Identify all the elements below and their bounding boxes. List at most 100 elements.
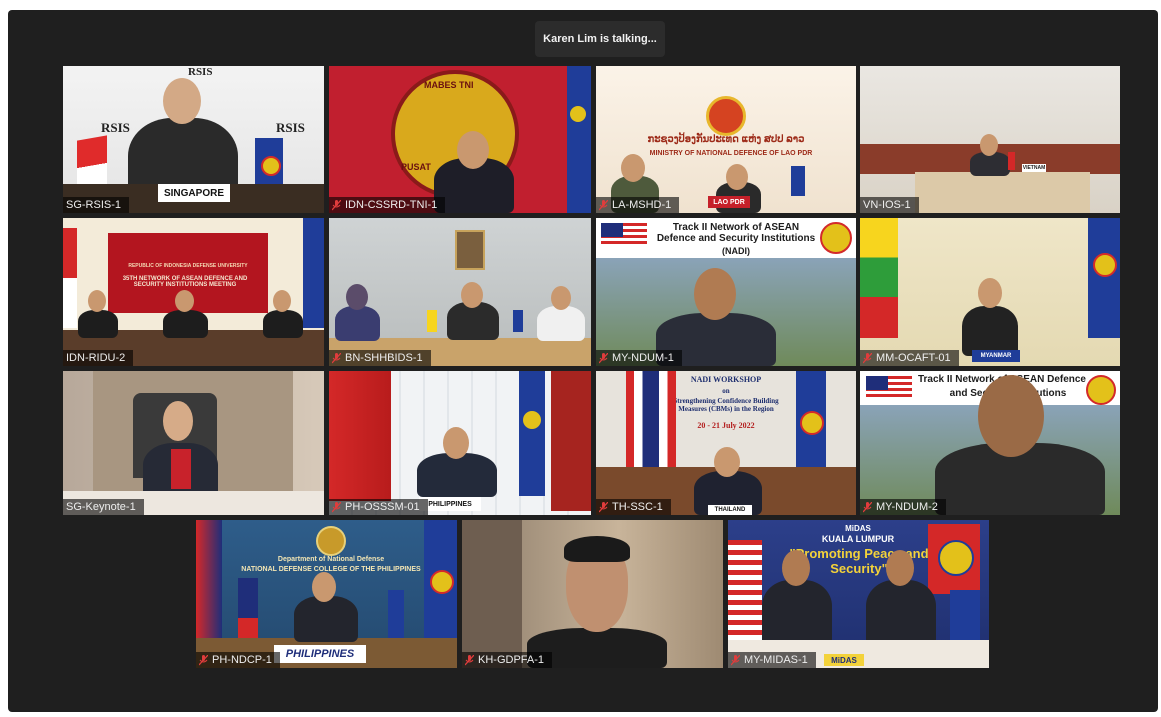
- participant-face: [312, 572, 336, 602]
- participant-name: MY-NDUM-2: [876, 501, 938, 513]
- lao-defence-emblem: [706, 96, 746, 136]
- midas-banner-logo: MiDAS: [845, 524, 871, 533]
- video-tile-my-ndum-1[interactable]: Track II Network of ASEAN Defence and Se…: [596, 218, 856, 366]
- participant-figure: [537, 306, 585, 341]
- participant-name: MM-OCAFT-01: [876, 352, 951, 364]
- participant-name-label: LA-MSHD-1: [596, 197, 680, 213]
- asean-flag: [567, 66, 591, 213]
- video-tile-my-ndum-2[interactable]: Track II Network of ASEAN Defence and Se…: [860, 371, 1120, 515]
- malaysia-flag: [866, 376, 912, 400]
- participant-figure: [417, 453, 497, 497]
- video-tile-ph-ndcp[interactable]: Department of National Defense NATIONAL …: [196, 520, 457, 668]
- participant-name: IDN-RIDU-2: [66, 352, 126, 364]
- red-blouse: [171, 449, 191, 489]
- mic-muted-icon: [599, 352, 608, 363]
- participant-figure: [163, 310, 208, 338]
- participant-name: IDN-CSSRD-TNI-1: [345, 199, 438, 211]
- participant-face: [726, 164, 748, 190]
- participant-figure: [78, 310, 118, 338]
- participant-name: VN-IOS-1: [863, 199, 911, 211]
- country-name-plate: VIETNAM: [1022, 164, 1046, 172]
- vietnam-flag: [1008, 152, 1015, 170]
- participant-name-label: MY-NDUM-2: [860, 499, 946, 515]
- rsis-logo-text: RSIS: [101, 120, 130, 135]
- mic-muted-icon: [332, 199, 341, 210]
- participant-name: LA-MSHD-1: [612, 199, 672, 211]
- philippines-flag: [329, 371, 391, 501]
- mic-muted-icon: [199, 654, 208, 665]
- ndcp-banner-subtitle: NATIONAL DEFENSE COLLEGE OF THE PHILIPPI…: [241, 566, 421, 573]
- video-tile-mm-ocaft[interactable]: MYANMAR MM-OCAFT-01: [860, 218, 1120, 366]
- participant-face: [175, 290, 194, 312]
- mic-muted-icon: [332, 352, 341, 363]
- video-tile-my-midas[interactable]: MiDAS KUALA LUMPUR "Promoting Peace and …: [728, 520, 989, 668]
- nadi-banner-subtitle: (NADI): [722, 246, 750, 256]
- rsis-logo-text: RSIS: [276, 120, 305, 135]
- video-tile-th-ssc[interactable]: NADI WORKSHOP on Strengthening Confidenc…: [596, 371, 856, 515]
- brunei-flag: [427, 310, 437, 332]
- video-tile-la-mshd[interactable]: ກະຊວງປ້ອງກັນປະເທດ ແຫ່ງ ສປປ ລາວ MINISTRY …: [596, 66, 856, 213]
- rsis-logo-text: RSIS: [188, 66, 213, 78]
- country-name-plate: PHILIPPINES: [274, 645, 366, 663]
- participant-figure: [866, 580, 936, 645]
- participant-name: PH-NDCP-1: [212, 654, 272, 666]
- participant-name-label: SG-Keynote-1: [63, 499, 144, 515]
- participant-name-label: PH-OSSSM-01: [329, 499, 428, 515]
- participant-face: [978, 375, 1044, 457]
- backdrop-subtitle: 35TH NETWORK OF ASEAN DEFENCE AND SECURI…: [122, 276, 248, 288]
- video-tile-vn-ios[interactable]: VIETNAM VN-IOS-1: [860, 66, 1120, 213]
- workshop-banner-on: on: [722, 387, 730, 395]
- participant-face: [461, 282, 483, 308]
- red-flag: [551, 371, 591, 511]
- participant-name: MY-MIDAS-1: [744, 654, 808, 666]
- mic-muted-icon: [863, 352, 872, 363]
- midas-banner-city: KUALA LUMPUR: [821, 534, 895, 544]
- participant-face: [551, 286, 571, 310]
- participant-name: MY-NDUM-1: [612, 352, 674, 364]
- country-name-plate: LAO PDR: [708, 196, 750, 208]
- country-name-plate: THAILAND: [708, 505, 752, 515]
- mic-muted-icon: [332, 501, 341, 512]
- lao-ministry-title: ກະຊວງປ້ອງກັນປະເທດ ແຫ່ງ ສປປ ລາວ: [647, 134, 805, 145]
- malaysia-flag: [601, 223, 647, 247]
- mic-muted-icon: [599, 199, 608, 210]
- emblem-text: MABES TNI: [424, 80, 474, 90]
- ndcp-banner-title: Department of National Defense: [277, 556, 385, 563]
- asean-flag: [928, 524, 980, 594]
- portrait-frame: [455, 230, 485, 270]
- participant-face: [978, 278, 1002, 308]
- mic-muted-icon: [599, 501, 608, 512]
- participant-name-label: PH-NDCP-1: [196, 652, 280, 668]
- asean-flag: [303, 218, 324, 328]
- mic-muted-icon: [863, 501, 872, 512]
- participant-face: [694, 268, 736, 320]
- emblem-text: PUSAT: [401, 162, 431, 172]
- workshop-banner-dates: 20 - 21 July 2022: [697, 421, 755, 430]
- active-speaker-indicator: Karen Lim is talking...: [535, 21, 665, 57]
- participant-name-label: MY-MIDAS-1: [728, 652, 816, 668]
- asean-emblem: [820, 222, 852, 254]
- video-tile-idn-ridu[interactable]: REPUBLIC OF INDONESIA DEFENSE UNIVERSITY…: [63, 218, 324, 366]
- video-tile-kh-gdpfa[interactable]: KH-GDPFA-1: [462, 520, 723, 668]
- asean-emblem: [1086, 375, 1116, 405]
- participant-figure: [335, 306, 380, 341]
- participant-name: PH-OSSSM-01: [345, 501, 420, 513]
- asean-flag: [791, 166, 805, 196]
- video-tile-bn-shhbids[interactable]: BN-SHHBIDS-1: [329, 218, 591, 366]
- myanmar-flag: [860, 218, 898, 338]
- lao-ministry-subtitle: MINISTRY OF NATIONAL DEFENCE OF LAO PDR: [649, 150, 813, 157]
- participant-face: [980, 134, 998, 156]
- video-tile-sg-rsis[interactable]: RSIS RSIS RSIS SINGAPORE SG-RSIS-1: [63, 66, 324, 213]
- participant-name: SG-Keynote-1: [66, 501, 136, 513]
- participant-face: [714, 447, 740, 477]
- participant-face: [163, 78, 201, 124]
- participant-name-label: TH-SSC-1: [596, 499, 671, 515]
- video-tile-sg-keynote[interactable]: SG-Keynote-1: [63, 371, 324, 515]
- participant-figure: [962, 306, 1018, 356]
- video-tile-idn-cssrd[interactable]: MABES TNI PUSAT IDN-CSSRD-TNI-1: [329, 66, 591, 213]
- ndcp-emblem: [316, 526, 346, 556]
- participant-name: SG-RSIS-1: [66, 199, 122, 211]
- participant-name: BN-SHHBIDS-1: [345, 352, 423, 364]
- video-tile-ph-osssm[interactable]: PHILIPPINES PH-OSSSM-01: [329, 371, 591, 515]
- participant-face: [163, 401, 193, 441]
